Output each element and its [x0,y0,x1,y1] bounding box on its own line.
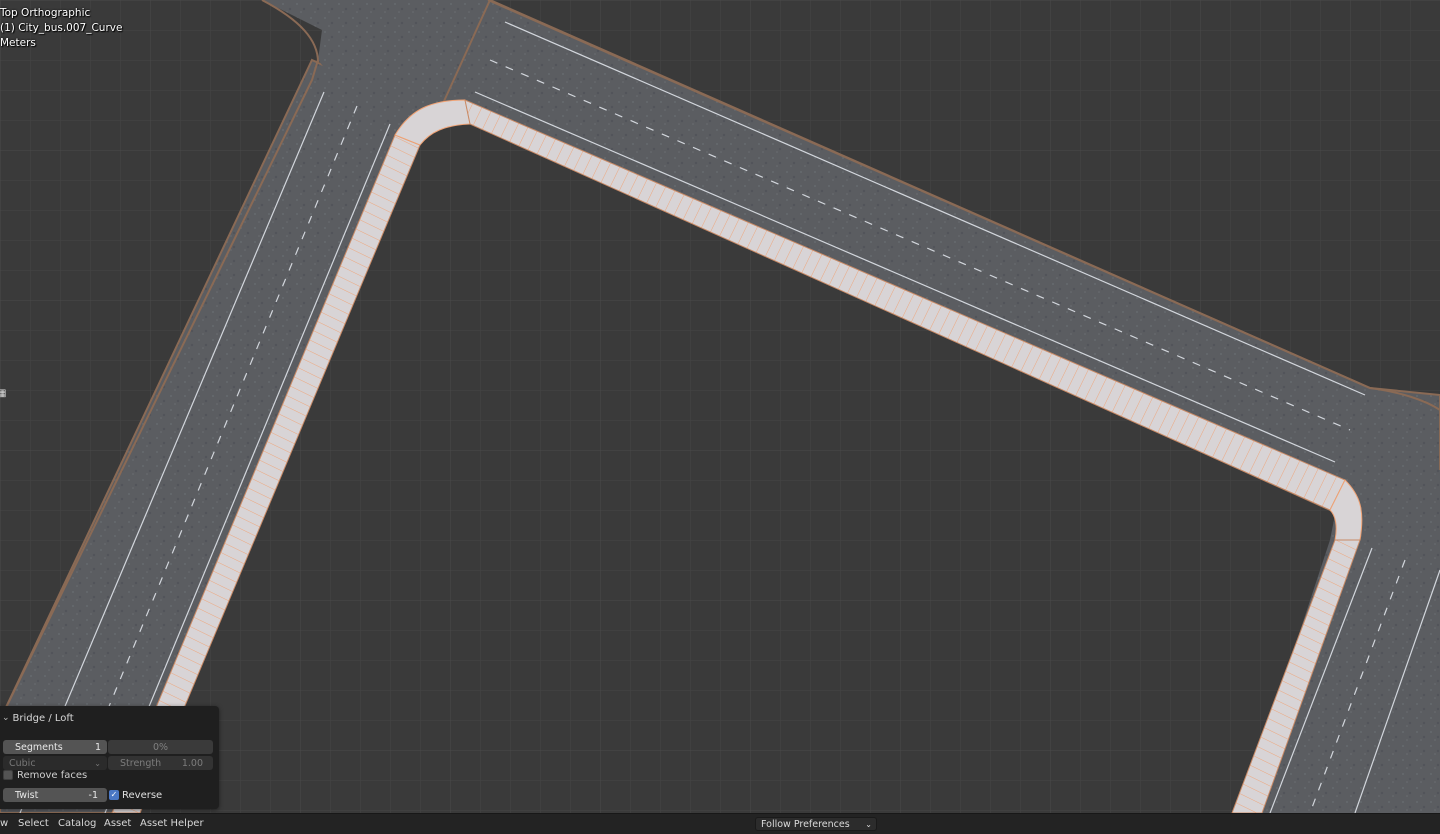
reverse-checkbox-row[interactable]: ✓ Reverse [109,788,162,802]
segments-value: 1 [94,741,101,753]
strength-field[interactable]: Strength 1.00 [108,756,213,770]
active-object-name: (1) City_bus.007_Curve [0,22,123,34]
reverse-checkbox[interactable]: ✓ [109,790,119,800]
operator-panel-title: Bridge / Loft [12,712,74,724]
strength-value: 1.00 [181,757,203,769]
import-method-value: Follow Preferences [761,818,850,830]
segments-field[interactable]: Segments 1 [3,740,107,754]
viewport-info-overlay: Top Orthographic (1) City_bus.007_Curve … [0,6,122,51]
menu-view[interactable]: w [0,818,8,829]
chevron-down-icon[interactable]: ⌄ [2,713,10,723]
remove-faces-checkbox-row[interactable]: Remove faces [3,768,87,782]
menu-catalog[interactable]: Catalog [58,818,96,829]
remove-faces-label: Remove faces [17,769,88,781]
chevron-down-icon: ⌄ [94,758,101,768]
remove-faces-checkbox[interactable] [3,770,13,780]
operator-panel-bridge-loft[interactable]: ⌄ Bridge / Loft Segments 1 0% Cubic ⌄ St… [0,706,219,809]
smoothness-field[interactable]: 0% [108,740,213,754]
twist-value: -1 [88,789,98,801]
import-method-dropdown[interactable]: Follow Preferences ⌄ [755,817,877,831]
twist-label: Twist [15,789,39,801]
segments-label: Segments [15,741,63,753]
twist-field[interactable]: Twist -1 [3,788,107,802]
interpolation-value: Cubic [9,757,36,769]
view-name: Top Orthographic [0,7,91,19]
asset-browser-header: w Select Catalog Asset Asset Helper Foll… [0,813,1440,834]
viewport-scene [0,0,1440,814]
smoothness-value: 0% [152,741,169,753]
menu-select[interactable]: Select [18,818,49,829]
3d-viewport[interactable]: Top Orthographic (1) City_bus.007_Curve … [0,0,1440,814]
menu-asset[interactable]: Asset [104,818,131,829]
units-label: Meters [0,37,36,49]
menu-asset-helper[interactable]: Asset Helper [140,818,204,829]
operator-panel-header[interactable]: ⌄ Bridge / Loft [2,711,74,725]
strength-label: Strength [120,757,162,769]
reverse-label: Reverse [122,789,163,801]
toolbar-grip-icon[interactable]: ▦ [0,388,7,400]
checkmark-icon: ✓ [110,790,118,799]
chevron-down-icon: ⌄ [865,819,872,829]
